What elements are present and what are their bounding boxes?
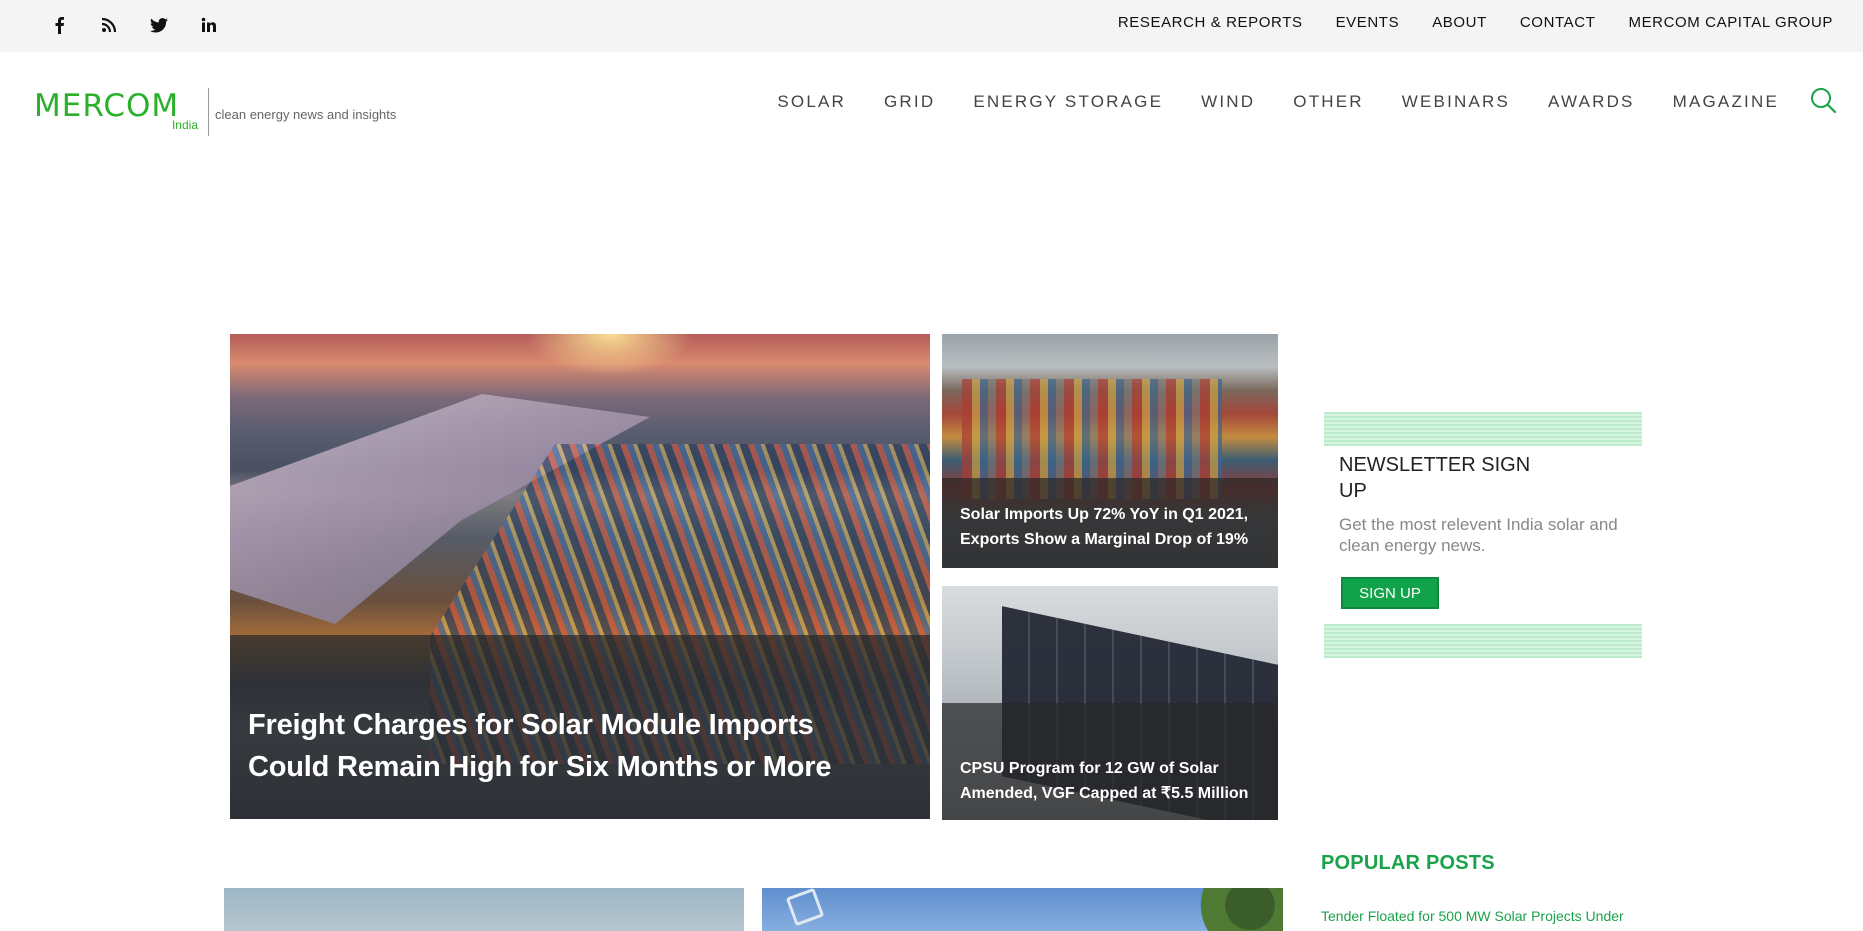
top-link-contact[interactable]: CONTACT <box>1520 14 1596 31</box>
side-story-2-title[interactable]: CPSU Program for 12 GW of Solar Amended,… <box>960 756 1260 806</box>
nav-item-energy-storage[interactable]: ENERGY STORAGE <box>973 92 1163 112</box>
story-card-image[interactable] <box>224 888 744 931</box>
site-logo[interactable]: MERCOM India clean energy news and insig… <box>34 82 397 136</box>
logo-divider <box>208 88 209 136</box>
nav-item-magazine[interactable]: MAGAZINE <box>1673 92 1779 112</box>
rss-icon[interactable] <box>84 12 134 38</box>
nav-item-wind[interactable]: WIND <box>1201 92 1255 112</box>
side-story-1-title[interactable]: Solar Imports Up 72% YoY in Q1 2021, Exp… <box>960 502 1260 552</box>
top-link-about[interactable]: ABOUT <box>1432 14 1487 31</box>
popular-post-item[interactable]: Tender Floated for 500 MW Solar Projects… <box>1321 908 1624 924</box>
logo-sub: India <box>171 118 198 132</box>
newsletter-band-bottom <box>1324 624 1642 658</box>
newsletter-description: Get the most relevent India solar and cl… <box>1339 515 1618 555</box>
search-icon[interactable] <box>1809 86 1839 116</box>
main-nav: SOLAR GRID ENERGY STORAGE WIND OTHER WEB… <box>777 92 1779 112</box>
top-link-mercom-capital-group[interactable]: MERCOM CAPITAL GROUP <box>1628 14 1833 31</box>
logo-word: MERCOM <box>34 88 180 124</box>
main-header: MERCOM India clean energy news and insig… <box>0 52 1863 156</box>
newsletter-band-top <box>1324 412 1642 446</box>
top-links: RESEARCH & REPORTS EVENTS ABOUT CONTACT … <box>1118 14 1833 31</box>
newsletter-widget: NEWSLETTER SIGN UP Get the most relevent… <box>1324 412 1642 658</box>
linkedin-icon[interactable] <box>184 12 234 38</box>
logo-mark: MERCOM India <box>34 88 200 132</box>
image-tree <box>1173 888 1283 931</box>
popular-posts-heading: POPULAR POSTS <box>1321 852 1495 874</box>
nav-item-grid[interactable]: GRID <box>884 92 935 112</box>
newsletter-signup-button[interactable]: SIGN UP <box>1341 577 1439 609</box>
nav-item-solar[interactable]: SOLAR <box>777 92 846 112</box>
top-link-research-reports[interactable]: RESEARCH & REPORTS <box>1118 14 1303 31</box>
image-solar-pole <box>785 888 825 927</box>
featured-main-story[interactable]: Freight Charges for Solar Module Imports… <box>230 334 930 819</box>
nav-item-webinars[interactable]: WEBINARS <box>1402 92 1510 112</box>
twitter-icon[interactable] <box>134 12 184 38</box>
top-link-events[interactable]: EVENTS <box>1336 14 1400 31</box>
social-links <box>34 12 234 38</box>
featured-side-story-1[interactable]: Solar Imports Up 72% YoY in Q1 2021, Exp… <box>942 334 1278 568</box>
featured-side-story-2[interactable]: CPSU Program for 12 GW of Solar Amended,… <box>942 586 1278 820</box>
newsletter-title: NEWSLETTER SIGN UP <box>1339 454 1531 502</box>
featured-main-title[interactable]: Freight Charges for Solar Module Imports… <box>248 704 888 788</box>
nav-item-awards[interactable]: AWARDS <box>1548 92 1635 112</box>
nav-item-other[interactable]: OTHER <box>1293 92 1364 112</box>
logo-tagline: clean energy news and insights <box>215 107 397 122</box>
top-utility-bar: RESEARCH & REPORTS EVENTS ABOUT CONTACT … <box>0 0 1863 52</box>
story-card-image[interactable] <box>762 888 1283 931</box>
facebook-icon[interactable] <box>34 12 84 38</box>
